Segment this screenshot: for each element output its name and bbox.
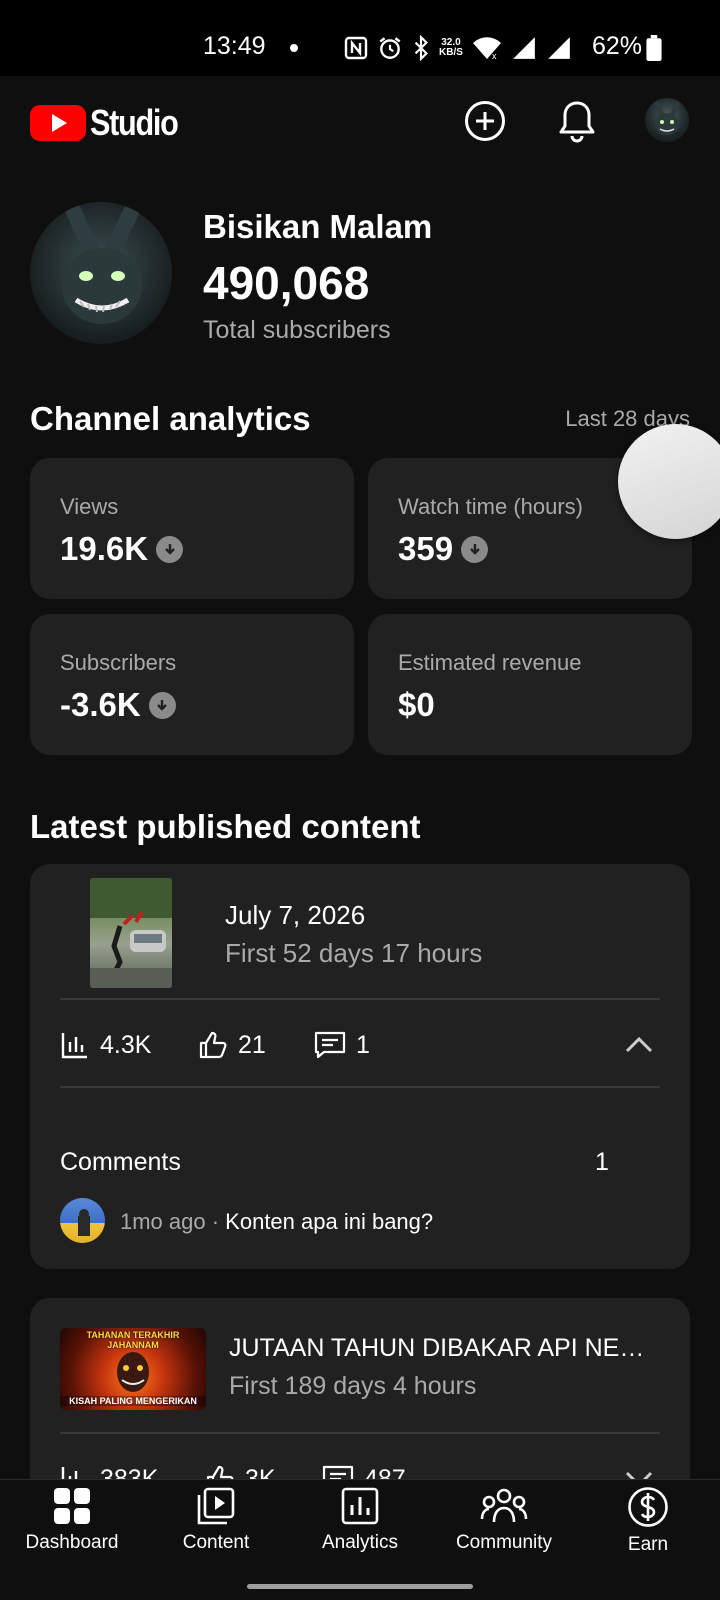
battery-icon xyxy=(646,35,662,61)
app-header: Studio xyxy=(0,76,720,164)
nfc-icon xyxy=(344,36,368,60)
trend-down-icon xyxy=(156,535,184,563)
home-gesture-indicator[interactable] xyxy=(247,1584,473,1589)
thumbnail-image xyxy=(90,878,172,988)
comment-time: 1mo ago · xyxy=(120,1209,226,1234)
creature-avatar-icon xyxy=(654,101,680,135)
nav-label: Dashboard xyxy=(25,1532,119,1553)
divider xyxy=(60,998,660,1000)
notification-dot-icon xyxy=(290,44,298,52)
nav-content[interactable]: Content xyxy=(146,1486,286,1554)
comments-heading: Comments xyxy=(60,1148,181,1176)
network-speed: 32.0 KB/S xyxy=(439,37,463,58)
divider xyxy=(60,1086,660,1088)
trend-down-icon xyxy=(461,535,489,563)
youtube-logo-icon xyxy=(30,105,86,141)
video-card-2[interactable]: TAHANAN TERAKHIR JAHANNAM KISAH PALING M… xyxy=(30,1298,690,1498)
revenue-card[interactable]: Estimated revenue $0 xyxy=(368,614,692,755)
create-icon xyxy=(465,101,505,141)
video-date: July 7, 2026 xyxy=(225,900,366,930)
card-value: 19.6K xyxy=(60,530,184,568)
thumbnail-caption-bottom: KISAH PALING MENGERIKAN xyxy=(60,1396,206,1406)
nav-dashboard[interactable]: Dashboard xyxy=(2,1486,142,1554)
svg-text:x: x xyxy=(492,51,497,60)
signal-icon-2 xyxy=(548,37,570,59)
channel-avatar[interactable] xyxy=(30,202,172,344)
subscriber-label: Total subscribers xyxy=(203,316,391,344)
analytics-icon xyxy=(341,1487,379,1525)
battery-percent: 62% xyxy=(592,32,643,60)
video-period: First 189 days 4 hours xyxy=(229,1372,477,1400)
card-value: $0 xyxy=(398,686,435,723)
card-label: Watch time (hours) xyxy=(398,494,584,519)
account-avatar[interactable] xyxy=(645,98,689,142)
trend-down-icon xyxy=(148,691,176,719)
bluetooth-icon xyxy=(414,35,428,61)
channel-name: Bisikan Malam xyxy=(203,208,433,245)
video-period: First 52 days 17 hours xyxy=(225,938,483,968)
likes-stat: 21 xyxy=(198,1030,266,1060)
chevron-up-icon[interactable] xyxy=(624,1034,654,1056)
card-label: Subscribers xyxy=(60,650,177,675)
subscribers-card[interactable]: Subscribers -3.6K xyxy=(30,614,354,755)
views-card[interactable]: Views 19.6K xyxy=(30,458,354,599)
earn-icon xyxy=(628,1487,668,1527)
wifi-icon: x xyxy=(472,37,501,60)
youtube-studio-logo[interactable]: Studio xyxy=(30,102,193,144)
latest-video-card[interactable]: July 7, 2026 First 52 days 17 hours 4.3K… xyxy=(30,864,690,1269)
nav-community[interactable]: Community xyxy=(434,1486,574,1554)
notifications-button[interactable] xyxy=(554,98,600,144)
commenter-avatar-image xyxy=(78,1209,90,1236)
bottom-navigation: Dashboard Content Analytics Community Ea… xyxy=(0,1479,720,1600)
dashboard-icon xyxy=(54,1488,90,1524)
status-time: 13:49 xyxy=(203,32,266,60)
nav-label: Community xyxy=(455,1532,553,1553)
card-value: 359 xyxy=(398,530,489,568)
nav-analytics[interactable]: Analytics xyxy=(290,1486,430,1554)
bar-chart-icon xyxy=(61,1033,87,1059)
community-icon xyxy=(480,1488,528,1523)
latest-content-title: Latest published content xyxy=(30,808,421,845)
content-icon xyxy=(197,1487,235,1525)
alarm-icon xyxy=(379,37,401,59)
logo-text: Studio xyxy=(90,102,179,143)
nav-label: Earn xyxy=(627,1534,669,1555)
status-icons: 32.0 KB/S x xyxy=(344,34,572,62)
comments-stat: 1 xyxy=(314,1030,370,1060)
nav-label: Content xyxy=(182,1532,250,1553)
video-thumbnail[interactable] xyxy=(90,878,172,988)
subscriber-count: 490,068 xyxy=(203,257,370,309)
video-thumbnail[interactable]: TAHANAN TERAKHIR JAHANNAM KISAH PALING M… xyxy=(60,1328,206,1410)
comment-text: Konten apa ini bang? xyxy=(225,1209,434,1234)
channel-analytics-title: Channel analytics xyxy=(30,400,311,437)
create-button[interactable] xyxy=(462,98,508,144)
commenter-avatar[interactable] xyxy=(60,1198,105,1243)
views-stat: 4.3K xyxy=(60,1030,151,1060)
card-value: -3.6K xyxy=(60,686,176,724)
creature-avatar-icon xyxy=(62,202,142,324)
nav-earn[interactable]: Earn xyxy=(578,1486,718,1556)
comments-count: 1 xyxy=(595,1148,609,1176)
divider xyxy=(60,1432,660,1434)
nav-label: Analytics xyxy=(321,1532,399,1553)
status-bar: 13:49 32.0 KB/S x 62% xyxy=(0,0,720,76)
comment-icon xyxy=(314,1031,346,1059)
comment-line[interactable]: 1mo ago · Konten apa ini bang? xyxy=(120,1209,433,1235)
thumbnail-caption-top: TAHANAN TERAKHIR JAHANNAM xyxy=(86,1330,180,1350)
card-label: Estimated revenue xyxy=(398,650,582,675)
signal-icon xyxy=(513,37,535,59)
thumbs-up-icon xyxy=(199,1031,227,1059)
video-title: JUTAAN TAHUN DIBAKAR API NERAKA xyxy=(229,1334,659,1362)
notifications-icon xyxy=(559,101,595,143)
card-label: Views xyxy=(60,494,119,519)
